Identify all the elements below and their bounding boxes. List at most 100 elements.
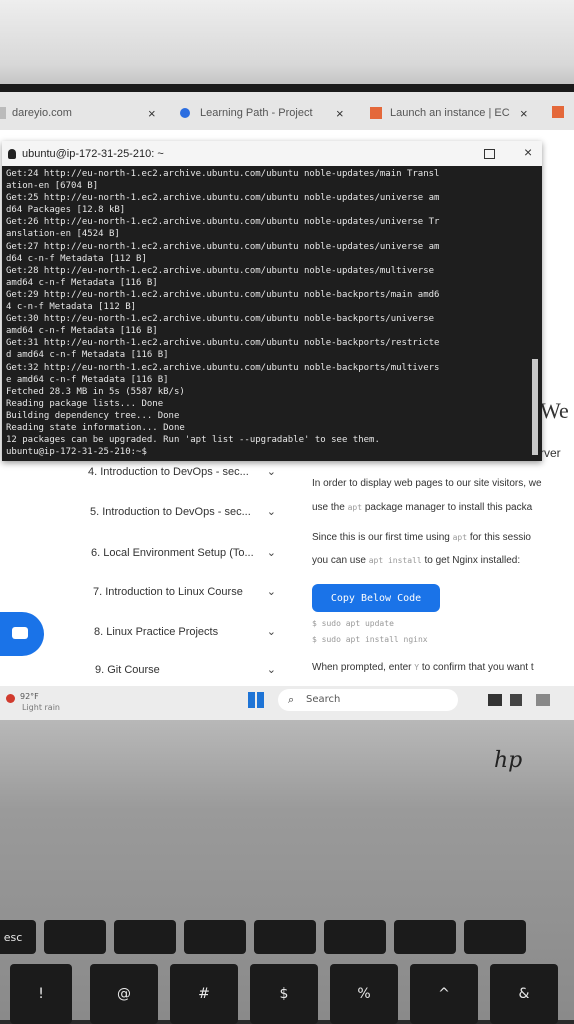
weather-icon xyxy=(6,694,15,703)
terminal-line: Get:28 http://eu-north-1.ec2.archive.ubu… xyxy=(6,265,435,276)
chevron-down-icon: ⌄ xyxy=(266,586,276,598)
terminal-line: Reading package lists... Done xyxy=(6,398,164,409)
sidebar-item-linux-course[interactable]: 7. Introduction to Linux Course ⌄ xyxy=(82,586,280,598)
maximize-icon[interactable] xyxy=(484,149,495,159)
terminal-line: d64 Packages [12.8 kB] xyxy=(6,205,126,216)
terminal-line: 4 c-n-f Metadata [112 B] xyxy=(6,302,137,313)
text: package manager to install this packa xyxy=(364,502,533,513)
chat-icon xyxy=(12,627,28,639)
terminal-line: Get:32 http://eu-north-1.ec2.archive.ubu… xyxy=(6,362,440,373)
sidebar-item-devops-sec-4[interactable]: 4. Introduction to DevOps - sec... ⌄ xyxy=(82,466,280,478)
terminal-line: ation-en [6704 B] xyxy=(6,181,99,192)
screen-bezel xyxy=(0,0,574,92)
laptop-body: hp esc ! @ # $ % ^ & xyxy=(0,720,574,1024)
chevron-down-icon: ⌄ xyxy=(266,664,276,676)
tab-favicon-icon xyxy=(0,107,6,119)
terminal-titlebar[interactable]: ubuntu@ip-172-31-25-210: ~ × xyxy=(2,141,542,166)
inline-code: apt xyxy=(347,503,363,512)
tab-learning-path[interactable]: Learning Path - Project × xyxy=(180,100,352,126)
key-6: ^ xyxy=(410,964,478,1024)
tab-label: Learning Path - Project xyxy=(200,107,313,119)
chevron-down-icon: ⌄ xyxy=(266,626,276,638)
terminal-window[interactable]: ubuntu@ip-172-31-25-210: ~ × Get:24 http… xyxy=(2,141,542,461)
paragraph-line: you can use apt install to get Nginx ins… xyxy=(312,555,520,566)
taskbar-app-icon[interactable] xyxy=(536,694,550,706)
sidebar-item-local-env[interactable]: 6. Local Environment Setup (To... ⌄ xyxy=(82,547,280,559)
terminal-line: anslation-en [4524 B] xyxy=(6,229,120,240)
key-symbol: % xyxy=(357,986,371,1002)
taskbar-search[interactable]: ⌕ Search xyxy=(278,689,458,711)
key-f3 xyxy=(184,920,246,954)
terminal-output[interactable]: Get:24 http://eu-north-1.ec2.archive.ubu… xyxy=(6,168,530,458)
tab-close-icon[interactable]: × xyxy=(336,106,344,121)
text: for this sessio xyxy=(469,532,531,543)
copy-code-button[interactable]: Copy Below Code xyxy=(312,584,440,612)
key-4: $ xyxy=(250,964,318,1024)
sidebar-item-linux-practice[interactable]: 8. Linux Practice Projects ⌄ xyxy=(82,626,280,638)
key-f2 xyxy=(114,920,176,954)
key-symbol: ^ xyxy=(438,986,450,1002)
sidebar-item-label: 5. Introduction to DevOps - sec... xyxy=(90,506,251,518)
paragraph-line: In order to display web pages to our sit… xyxy=(312,478,542,489)
terminal-line: Get:31 http://eu-north-1.ec2.archive.ubu… xyxy=(6,338,440,349)
terminal-line: e amd64 c-n-f Metadata [116 B] xyxy=(6,374,169,385)
chevron-down-icon: ⌄ xyxy=(266,506,276,518)
aws-favicon-icon xyxy=(370,107,382,119)
terminal-line: Get:26 http://eu-north-1.ec2.archive.ubu… xyxy=(6,217,440,228)
page-subheading: rver xyxy=(540,446,561,460)
key-symbol: @ xyxy=(117,986,131,1002)
page-heading: We xyxy=(540,398,569,423)
terminal-line: d amd64 c-n-f Metadata [116 B] xyxy=(6,350,169,361)
text: Since this is our first time using xyxy=(312,532,450,543)
text: to confirm that you want t xyxy=(421,662,534,673)
tab-close-icon[interactable]: × xyxy=(520,106,528,121)
tab-label: dareyio.com xyxy=(12,107,72,119)
screen: dareyio.com × Learning Path - Project × … xyxy=(0,92,574,720)
tab-favicon-icon xyxy=(180,108,190,118)
inline-code: apt xyxy=(452,533,468,542)
linux-penguin-icon xyxy=(8,148,16,159)
terminal-scrollbar[interactable] xyxy=(532,359,538,455)
tab-label: Launch an instance | EC xyxy=(390,107,510,119)
weather-temp: 92°F xyxy=(20,692,39,701)
terminal-line: amd64 c-n-f Metadata [116 B] xyxy=(6,277,158,288)
inline-code: Y xyxy=(414,663,420,672)
browser-tab-bar: dareyio.com × Learning Path - Project × … xyxy=(0,92,574,130)
hp-logo-icon: hp xyxy=(494,748,523,773)
terminal-title: ubuntu@ip-172-31-25-210: ~ xyxy=(22,147,164,160)
terminal-line: Get:24 http://eu-north-1.ec2.archive.ubu… xyxy=(6,169,440,179)
paragraph-line: Since this is our first time using apt f… xyxy=(312,532,531,543)
taskbar: 92°F Light rain ⌕ Search xyxy=(0,686,574,720)
key-symbol: $ xyxy=(279,986,289,1002)
tab-launch-instance[interactable]: Launch an instance | EC × xyxy=(370,100,538,126)
tab-close-icon[interactable]: × xyxy=(148,106,156,121)
key-f1 xyxy=(44,920,106,954)
key-2: @ xyxy=(90,964,158,1024)
key-symbol: # xyxy=(198,986,210,1002)
terminal-line: d64 c-n-f Metadata [112 B] xyxy=(6,253,147,264)
terminal-line: 12 packages can be upgraded. Run 'apt li… xyxy=(6,435,380,446)
key-f4 xyxy=(254,920,316,954)
chevron-down-icon: ⌄ xyxy=(266,466,276,478)
sidebar-item-git-course[interactable]: 9. Git Course ⌄ xyxy=(82,664,280,676)
windows-start-icon[interactable] xyxy=(248,692,264,708)
tab-dareyio[interactable]: dareyio.com × xyxy=(0,100,170,126)
terminal-line: Get:27 http://eu-north-1.ec2.archive.ubu… xyxy=(6,241,440,252)
search-icon: ⌕ xyxy=(288,693,295,706)
inline-code: apt install xyxy=(368,556,422,565)
chat-button[interactable] xyxy=(0,612,44,656)
key-f7 xyxy=(464,920,526,954)
chevron-down-icon: ⌄ xyxy=(266,547,276,559)
paragraph-line: When prompted, enter Y to confirm that y… xyxy=(312,662,534,673)
aws-favicon-icon[interactable] xyxy=(552,106,564,118)
key-symbol: & xyxy=(518,986,530,1002)
terminal-line: Get:25 http://eu-north-1.ec2.archive.ubu… xyxy=(6,193,440,204)
taskbar-app-icon[interactable] xyxy=(488,694,502,706)
sidebar-item-devops-sec-5[interactable]: 5. Introduction to DevOps - sec... ⌄ xyxy=(82,506,280,518)
weather-desc: Light rain xyxy=(22,703,60,712)
close-icon[interactable]: × xyxy=(524,144,532,160)
code-line: $ sudo apt install nginx xyxy=(312,635,428,644)
sidebar-item-label: 7. Introduction to Linux Course xyxy=(93,586,243,598)
taskbar-app-icon[interactable] xyxy=(510,694,522,706)
text: to get Nginx installed: xyxy=(424,555,521,566)
